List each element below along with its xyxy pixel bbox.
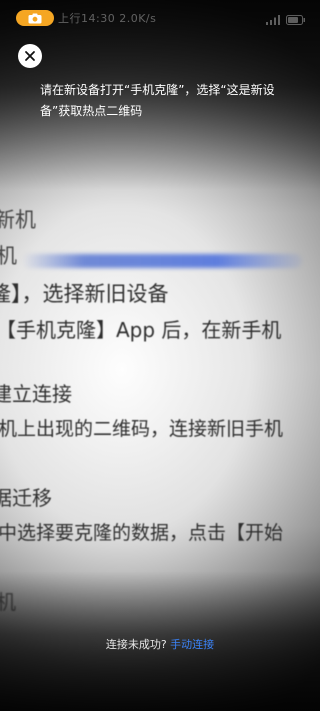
status-bar: 上行14:30 2.0K/s <box>0 0 320 30</box>
camera-text-line: 新机 <box>0 208 36 232</box>
camera-text-line: 机 <box>0 244 17 268</box>
camera-text-line: 建立连接 <box>0 382 72 406</box>
manual-connect-link[interactable]: 手动连接 <box>170 638 214 651</box>
camera-icon <box>28 9 42 28</box>
blurred-highlight <box>22 254 302 268</box>
camera-text-line: 【手机克隆】App 后，在新手机 <box>0 318 282 342</box>
status-text: 上行14:30 2.0K/s <box>58 12 157 25</box>
connection-help: 连接未成功? 手动连接 <box>0 636 320 652</box>
camera-text-line: 中选择要克隆的数据，点击【开始 <box>0 522 284 544</box>
camera-text-line: 据迁移 <box>0 486 52 510</box>
close-icon <box>24 47 36 66</box>
signal-icon <box>266 10 280 29</box>
connection-failed-prompt: 连接未成功? <box>105 638 167 651</box>
close-button[interactable] <box>18 44 42 68</box>
battery-icon <box>286 10 306 29</box>
scan-instruction: 请在新设备打开“手机克隆”，选择“这是新设备”获取热点二维码 <box>40 83 275 118</box>
camera-in-use-indicator <box>16 10 54 26</box>
camera-text-line: 隆】，选择新旧设备 <box>0 282 169 306</box>
scanner-screen: 新机 机 隆】，选择新旧设备 【手机克隆】App 后，在新手机 建立连接 机上出… <box>0 0 320 711</box>
camera-text-line: 机上出现的二维码，连接新旧手机 <box>0 418 284 440</box>
status-icons <box>266 10 306 29</box>
